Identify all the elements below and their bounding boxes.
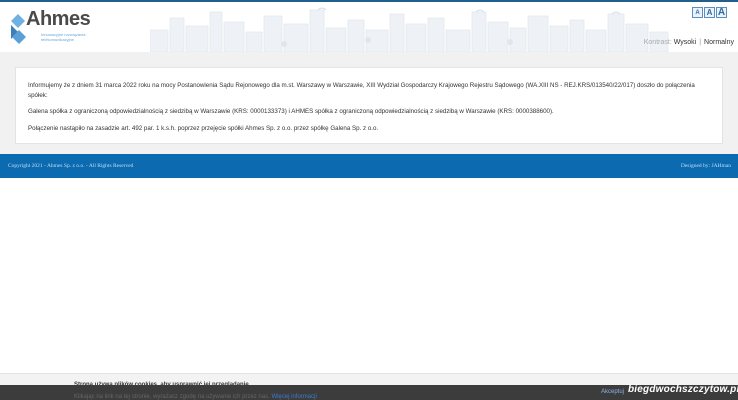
designed-by-link[interactable]: Designed by: JAHman — [681, 163, 731, 169]
logo[interactable]: Ahmes Innowacyjne rozwiązania telekomuni… — [10, 8, 100, 48]
watermark: biegdwochszczytow.pl — [628, 384, 738, 395]
announcement-paragraph-merger: Informujemy że z dniem 31 marca 2022 rok… — [28, 82, 695, 99]
cookie-banner-bottom: Klikając na link na tej stronie, wyrażas… — [0, 384, 738, 400]
cookie-accept-button[interactable]: Akceptuj — [601, 389, 624, 395]
announcement-paragraph-companies: Galena spółka z ograniczoną odpowiedzial… — [28, 108, 554, 115]
contrast-separator: | — [699, 39, 702, 46]
font-size-controls: A A A — [692, 7, 727, 18]
cookie-more-info-link[interactable]: Więcej informacji — [271, 394, 316, 400]
logo-tagline: Innowacyjne rozwiązania telekomunikacyjn… — [41, 32, 86, 42]
contrast-label: Kontrast: — [643, 39, 672, 46]
city-skyline-illustration — [150, 7, 669, 52]
announcement-card: Informujemy że z dniem 31 marca 2022 rok… — [15, 67, 723, 144]
font-size-small-button[interactable]: A — [692, 7, 703, 18]
cookie-text: Klikając na link na tej stronie, wyrażas… — [74, 394, 317, 400]
header: Ahmes Innowacyjne rozwiązania telekomuni… — [0, 2, 738, 52]
font-size-large-button[interactable]: A — [716, 7, 727, 18]
copyright-text: Copyright 2021 - Ahmes Sp. z o.o. - All … — [8, 163, 134, 169]
logo-name: Ahmes — [26, 8, 91, 30]
contrast-normal-link[interactable]: Normalny — [704, 39, 734, 46]
footer: Copyright 2021 - Ahmes Sp. z o.o. - All … — [0, 154, 738, 178]
cookie-consent-text: Klikając na link na tej stronie, wyrażas… — [74, 394, 270, 400]
announcement-paragraph-legal-basis: Połączenie nastąpiło na zasadzie art. 49… — [28, 124, 379, 132]
font-size-medium-button[interactable]: A — [704, 7, 715, 18]
contrast-high-link[interactable]: Wysoki — [674, 39, 697, 46]
contrast-switcher: Kontrast: Wysoki | Normalny — [644, 39, 734, 46]
